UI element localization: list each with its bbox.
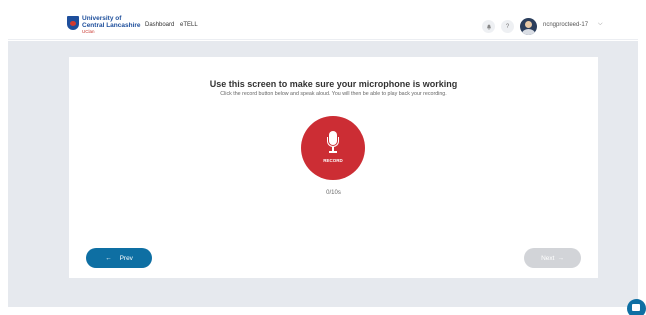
microphone-icon	[327, 131, 339, 157]
university-logo[interactable]: University of Central Lancashire UClan	[67, 15, 141, 37]
nav-etell[interactable]: eTELL	[180, 22, 198, 28]
user-avatar[interactable]	[520, 18, 537, 35]
chat-icon	[632, 304, 640, 311]
arrow-right-icon: →	[557, 254, 564, 262]
chat-button[interactable]	[627, 299, 646, 315]
logo-line-3: UClan	[82, 29, 95, 34]
username[interactable]: ncngprocteed-17	[543, 22, 588, 28]
crest-icon	[67, 16, 79, 30]
prev-button[interactable]: ← Prev	[86, 248, 152, 268]
arrow-left-icon: ←	[105, 254, 112, 262]
notifications-button[interactable]	[482, 20, 495, 33]
record-button[interactable]: RECORD	[301, 116, 365, 180]
bell-icon	[486, 24, 491, 30]
instructions: Click the record button below and speak …	[220, 91, 447, 97]
next-button[interactable]: Next →	[524, 248, 581, 268]
logo-line-2: Central Lancashire	[82, 22, 141, 29]
mic-check-card: Use this screen to make sure your microp…	[69, 57, 598, 278]
top-bar: University of Central Lancashire UClan D…	[8, 10, 638, 40]
recording-timer: 0/10s	[326, 190, 341, 196]
page-title: Use this screen to make sure your microp…	[209, 79, 458, 89]
help-button[interactable]: ?	[501, 20, 514, 33]
nav-dashboard[interactable]: Dashboard	[145, 22, 174, 28]
chevron-down-icon[interactable]: ⌵	[598, 21, 603, 28]
page: University of Central Lancashire UClan D…	[0, 0, 646, 315]
record-label: RECORD	[323, 158, 343, 163]
logo-line-1: University of	[82, 15, 122, 22]
prev-label: Prev	[119, 254, 133, 262]
next-label: Next	[541, 254, 555, 262]
